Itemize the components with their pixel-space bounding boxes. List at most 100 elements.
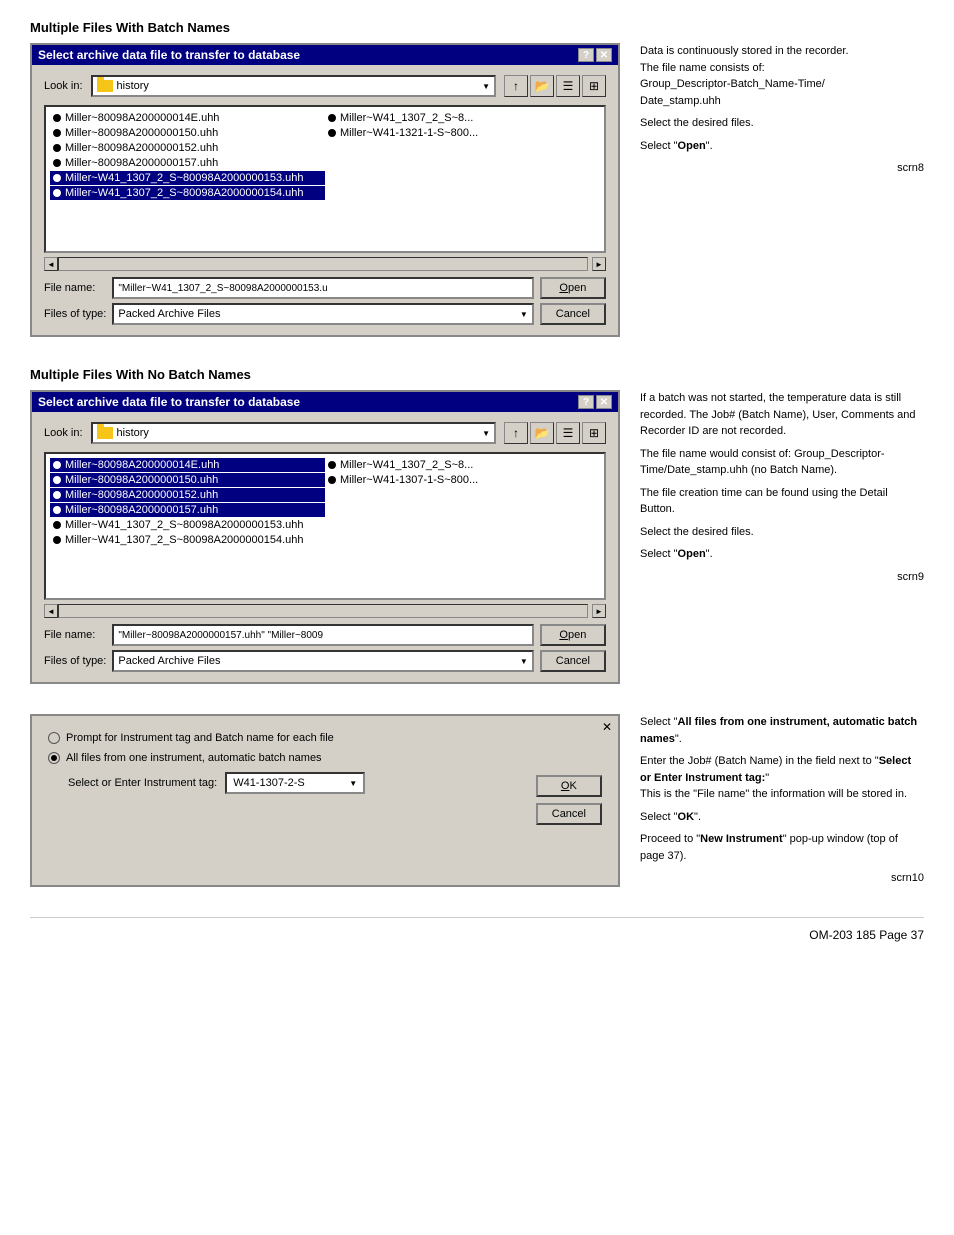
dialog1-cancel-btn[interactable]: Cancel bbox=[540, 303, 606, 325]
file-item[interactable]: Miller~W41_1307_2_S~80098A2000000154.uhh bbox=[50, 533, 325, 547]
dialog2-cancel-btn[interactable]: Cancel bbox=[540, 650, 606, 672]
dialog1-toolbar: ↑ 📂 ☰ ⊞ bbox=[504, 75, 606, 97]
dialog2-file-col-left: Miller~80098A200000014E.uhh Miller~80098… bbox=[50, 458, 325, 594]
file-dot bbox=[328, 461, 336, 469]
dialog1-close-btn[interactable]: ✕ bbox=[596, 48, 612, 62]
dialog1-open-btn[interactable]: Open bbox=[540, 277, 606, 299]
filetype-arrow: ▼ bbox=[520, 310, 528, 319]
file-item[interactable]: Miller~W41_1307_2_S~8... bbox=[325, 111, 600, 125]
file-item-selected[interactable]: Miller~W41_1307_2_S~80098A2000000153.uhh bbox=[50, 171, 325, 185]
instrument-label: Select or Enter Instrument tag: bbox=[68, 777, 217, 789]
dialog2-filetype-label: Files of type: bbox=[44, 655, 106, 667]
file-dot bbox=[53, 159, 61, 167]
batch-ok-btn[interactable]: OK bbox=[536, 775, 602, 797]
file-dot bbox=[328, 114, 336, 122]
section1: Multiple Files With Batch Names Select a… bbox=[30, 20, 924, 337]
dialog1-filetype-dropdown[interactable]: Packed Archive Files ▼ bbox=[112, 303, 533, 325]
section2: Multiple Files With No Batch Names Selec… bbox=[30, 367, 924, 684]
file-item[interactable]: Miller~W41_1307_2_S~80098A2000000153.uhh bbox=[50, 518, 325, 532]
radio2[interactable] bbox=[48, 752, 60, 764]
dialog2-look-in-dropdown[interactable]: history ▼ bbox=[91, 422, 496, 444]
dialog2-scroll-row: ◄ ► bbox=[44, 604, 606, 618]
batch-close-btn[interactable]: ✕ bbox=[602, 720, 612, 734]
file-item-selected[interactable]: Miller~80098A2000000150.uhh bbox=[50, 473, 325, 487]
scrollbar-h[interactable] bbox=[58, 257, 588, 271]
file-item[interactable]: Miller~80098A2000000157.uhh bbox=[50, 156, 325, 170]
dialog2-file-list: Miller~80098A200000014E.uhh Miller~80098… bbox=[44, 452, 606, 600]
dialog1-list-btn[interactable]: ☰ bbox=[556, 75, 580, 97]
file-dot bbox=[328, 129, 336, 137]
scrollbar-h2[interactable] bbox=[58, 604, 588, 618]
dialog2-look-in-value: history bbox=[117, 427, 149, 439]
file-dot bbox=[53, 129, 61, 137]
file-dot-selected bbox=[53, 189, 61, 197]
scroll-right-btn2[interactable]: ► bbox=[592, 604, 606, 618]
section3: ✕ Prompt for Instrument tag and Batch na… bbox=[30, 714, 924, 887]
file-item-selected[interactable]: Miller~80098A200000014E.uhh bbox=[50, 458, 325, 472]
dialog1-titlebar: Select archive data file to transfer to … bbox=[32, 45, 618, 65]
dialog1-up-btn[interactable]: ↑ bbox=[504, 75, 528, 97]
dialog2-bottom-fields: File name: Open Files of type: Packed Ar… bbox=[44, 624, 606, 672]
instrument-dropdown[interactable]: W41-1307-2-S ▼ bbox=[225, 772, 365, 794]
file-item[interactable]: Miller~W41-1321-1-S~800... bbox=[325, 126, 600, 140]
file-item-selected[interactable]: Miller~W41_1307_2_S~80098A2000000154.uhh bbox=[50, 186, 325, 200]
file-item[interactable]: Miller~W41-1307-1-S~800... bbox=[325, 473, 600, 487]
dialog1-filename-input[interactable] bbox=[112, 277, 533, 299]
dialog1-file-list: Miller~80098A200000014E.uhh Miller~80098… bbox=[44, 105, 606, 253]
section2-side-text: If a batch was not started, the temperat… bbox=[640, 390, 924, 684]
dialog1-look-in-row: Look in: history ▼ ↑ 📂 ☰ ⊞ bbox=[44, 75, 606, 97]
section1-title: Multiple Files With Batch Names bbox=[30, 20, 924, 35]
file-dot bbox=[53, 114, 61, 122]
dialog2-title: Select archive data file to transfer to … bbox=[38, 395, 300, 409]
dialog2-list-btn[interactable]: ☰ bbox=[556, 422, 580, 444]
dialog1-question-btn[interactable]: ? bbox=[578, 48, 594, 62]
scrn9-label: scrn9 bbox=[640, 569, 924, 586]
scroll-right-btn[interactable]: ► bbox=[592, 257, 606, 271]
dialog2-title-buttons: ? ✕ bbox=[578, 395, 612, 409]
dialog1-dropdown-arrow: ▼ bbox=[482, 82, 490, 91]
dialog2-filetype-dropdown[interactable]: Packed Archive Files ▼ bbox=[112, 650, 533, 672]
dialog1-look-in-dropdown[interactable]: history ▼ bbox=[91, 75, 496, 97]
ok-cancel-col: OK Cancel bbox=[536, 775, 602, 825]
instrument-value: W41-1307-2-S bbox=[233, 777, 305, 789]
radio2-label: All files from one instrument, automatic… bbox=[66, 752, 322, 764]
dialog1-new-folder-btn[interactable]: 📂 bbox=[530, 75, 554, 97]
scrn8-label: scrn8 bbox=[640, 160, 924, 177]
file-item[interactable]: Miller~W41_1307_2_S~8... bbox=[325, 458, 600, 472]
dialog2-look-in-label: Look in: bbox=[44, 427, 83, 439]
dialog1-look-in-value: history bbox=[117, 80, 149, 92]
file-item-selected[interactable]: Miller~80098A2000000152.uhh bbox=[50, 488, 325, 502]
dialog2-close-btn[interactable]: ✕ bbox=[596, 395, 612, 409]
file-item-selected[interactable]: Miller~80098A2000000157.uhh bbox=[50, 503, 325, 517]
dialog2-filename-label: File name: bbox=[44, 629, 106, 641]
dialog2-detail-btn[interactable]: ⊞ bbox=[582, 422, 606, 444]
file-dot-selected bbox=[53, 476, 61, 484]
file-item[interactable]: Miller~80098A2000000152.uhh bbox=[50, 141, 325, 155]
dialog1-title: Select archive data file to transfer to … bbox=[38, 48, 300, 62]
file-item[interactable]: Miller~80098A200000014E.uhh bbox=[50, 111, 325, 125]
dialog2-open-btn[interactable]: Open bbox=[540, 624, 606, 646]
file-item[interactable]: Miller~80098A2000000150.uhh bbox=[50, 126, 325, 140]
dialog2: Select archive data file to transfer to … bbox=[30, 390, 620, 684]
dialog1: Select archive data file to transfer to … bbox=[30, 43, 620, 337]
radio2-row: All files from one instrument, automatic… bbox=[48, 752, 518, 764]
dialog2-question-btn[interactable]: ? bbox=[578, 395, 594, 409]
dialog2-new-folder-btn[interactable]: 📂 bbox=[530, 422, 554, 444]
file-dot-selected bbox=[53, 506, 61, 514]
dialog2-up-btn[interactable]: ↑ bbox=[504, 422, 528, 444]
radio1[interactable] bbox=[48, 732, 60, 744]
scroll-left-btn2[interactable]: ◄ bbox=[44, 604, 58, 618]
radio1-row: Prompt for Instrument tag and Batch name… bbox=[48, 732, 518, 744]
batch-cancel-btn[interactable]: Cancel bbox=[536, 803, 602, 825]
footer-text: OM-203 185 Page 37 bbox=[809, 928, 924, 942]
scrn10-label: scrn10 bbox=[640, 870, 924, 887]
scroll-left-btn[interactable]: ◄ bbox=[44, 257, 58, 271]
file-dot bbox=[53, 536, 61, 544]
file-dot-selected bbox=[53, 491, 61, 499]
instrument-row: Select or Enter Instrument tag: W41-1307… bbox=[68, 772, 518, 794]
section2-title: Multiple Files With No Batch Names bbox=[30, 367, 924, 382]
dialog2-filename-input[interactable] bbox=[112, 624, 533, 646]
dialog1-filetype-label: Files of type: bbox=[44, 308, 106, 320]
instrument-arrow: ▼ bbox=[349, 779, 357, 788]
dialog1-detail-btn[interactable]: ⊞ bbox=[582, 75, 606, 97]
